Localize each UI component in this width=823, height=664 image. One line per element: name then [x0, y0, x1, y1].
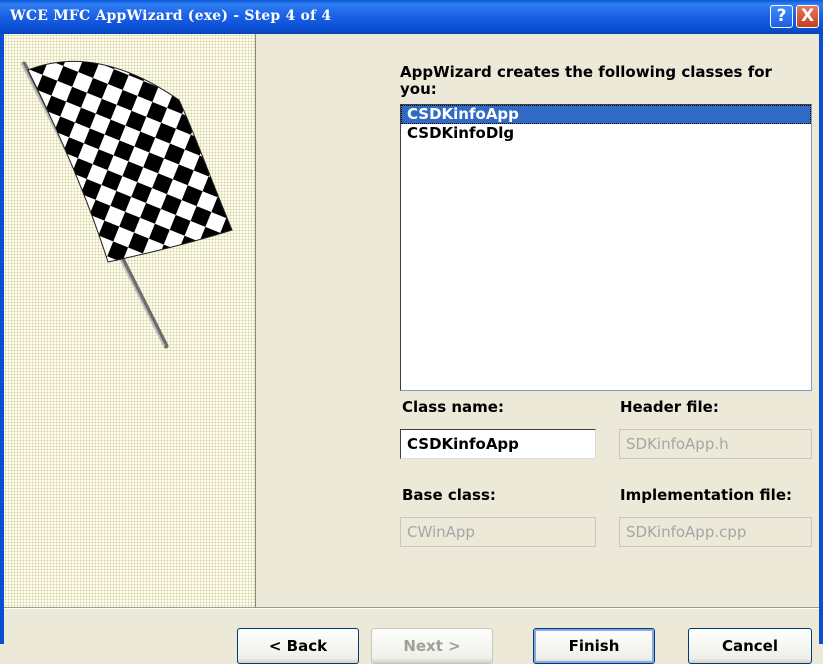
- button-separator-highlight: [4, 608, 819, 609]
- finish-button[interactable]: Finish: [533, 628, 655, 664]
- list-item[interactable]: CSDKinfoApp: [401, 105, 811, 124]
- close-icon[interactable]: X: [796, 5, 819, 28]
- checkered-flag-icon: [21, 60, 233, 349]
- back-button[interactable]: < Back: [237, 628, 359, 664]
- classes-listbox[interactable]: CSDKinfoApp CSDKinfoDlg: [400, 104, 812, 391]
- base-class-field[interactable]: CWinApp: [400, 517, 596, 547]
- implementation-file-label: Implementation file:: [620, 486, 792, 504]
- classes-heading-line2: you:: [400, 80, 437, 98]
- header-file-label: Header file:: [620, 398, 719, 416]
- title-bar[interactable]: WCE MFC AppWizard (exe) - Step 4 of 4 ? …: [0, 0, 823, 34]
- cancel-button[interactable]: Cancel: [688, 628, 812, 664]
- next-button[interactable]: Next >: [371, 628, 493, 664]
- wizard-image-panel: [4, 34, 256, 608]
- header-file-field[interactable]: SDKinfoApp.h: [619, 429, 812, 459]
- list-item[interactable]: CSDKinfoDlg: [401, 124, 811, 143]
- help-icon[interactable]: ?: [770, 5, 793, 28]
- classes-heading: AppWizard creates the following classes …: [400, 64, 805, 98]
- class-name-field[interactable]: CSDKinfoApp: [400, 429, 596, 459]
- implementation-file-field[interactable]: SDKinfoApp.cpp: [619, 517, 812, 547]
- class-name-label: Class name:: [402, 398, 504, 416]
- window-title: WCE MFC AppWizard (exe) - Step 4 of 4: [10, 8, 332, 24]
- base-class-label: Base class:: [402, 486, 496, 504]
- window-frame-right: [819, 34, 823, 644]
- classes-heading-line1: AppWizard creates the following classes …: [400, 63, 772, 81]
